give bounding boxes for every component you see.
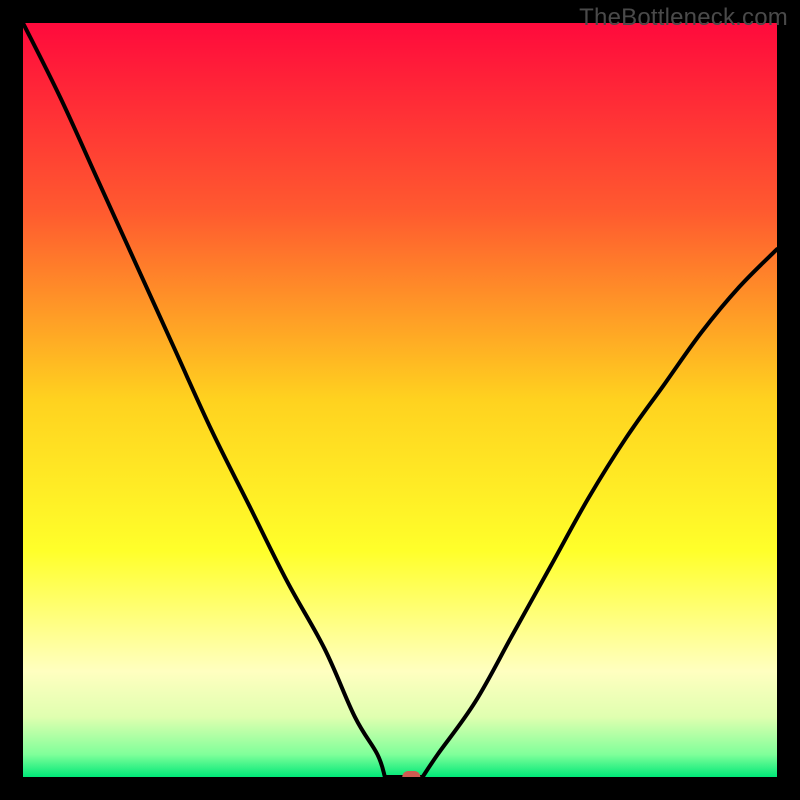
chart-plot — [23, 23, 777, 777]
watermark-text: TheBottleneck.com — [579, 4, 788, 32]
chart-frame: TheBottleneck.com — [0, 0, 800, 800]
gradient-background — [23, 23, 777, 777]
